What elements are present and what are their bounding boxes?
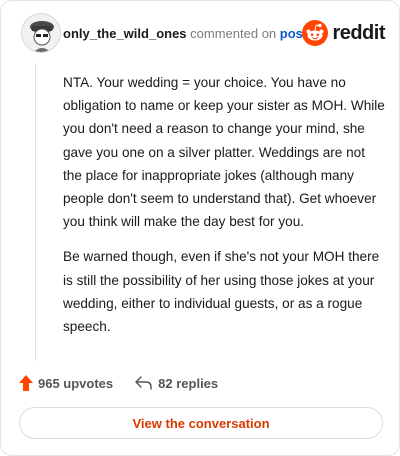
view-conversation-button[interactable]: View the conversation (19, 407, 383, 439)
replies-button[interactable]: 82 replies (135, 376, 218, 391)
author-line: only_the_wild_ones commented on post (63, 26, 307, 41)
avatar[interactable] (21, 13, 61, 53)
comment-paragraph: Be warned though, even if she's not your… (63, 249, 380, 335)
comment-actions: 965 upvotes 82 replies (19, 373, 218, 393)
comment-header: only_the_wild_ones commented on post red… (15, 13, 387, 53)
username-link[interactable]: only_the_wild_ones (63, 26, 187, 41)
reddit-logo-icon (302, 20, 329, 46)
view-conversation-label: View the conversation (132, 415, 270, 431)
upvote-arrow-icon (19, 375, 33, 391)
reddit-wordmark: reddit (332, 21, 385, 44)
comment-card: only_the_wild_ones commented on post red… (0, 0, 400, 456)
upvote-button[interactable]: 965 upvotes (19, 375, 113, 391)
upvote-count: 965 upvotes (38, 375, 114, 391)
action-text: commented on (190, 26, 277, 41)
avatar-image (22, 14, 60, 52)
reddit-logo[interactable]: reddit (302, 20, 385, 46)
replies-count: 82 replies (158, 375, 219, 391)
thread-line (35, 63, 36, 361)
reply-arrow-icon (135, 376, 152, 390)
comment-body: NTA. Your wedding = your choice. You hav… (63, 71, 385, 350)
comment-paragraph: NTA. Your wedding = your choice. You hav… (63, 75, 385, 230)
